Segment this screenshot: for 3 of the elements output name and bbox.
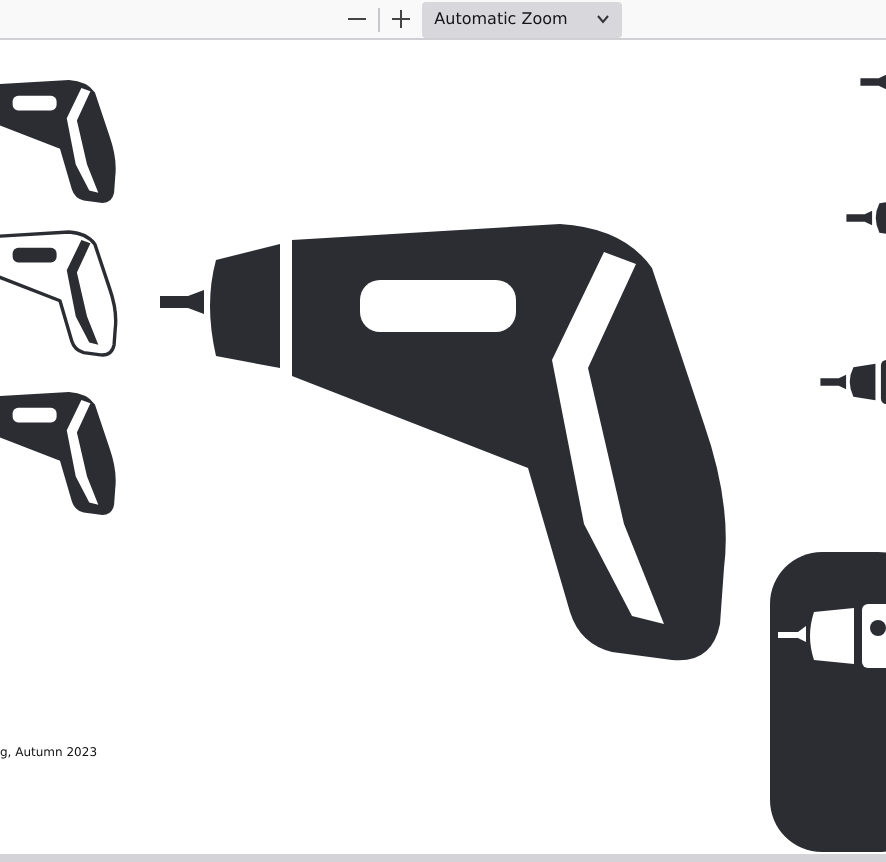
chevron-down-icon — [595, 14, 610, 24]
plus-icon — [392, 10, 411, 28]
zoom-select[interactable]: Automatic Zoom — [422, 1, 622, 37]
